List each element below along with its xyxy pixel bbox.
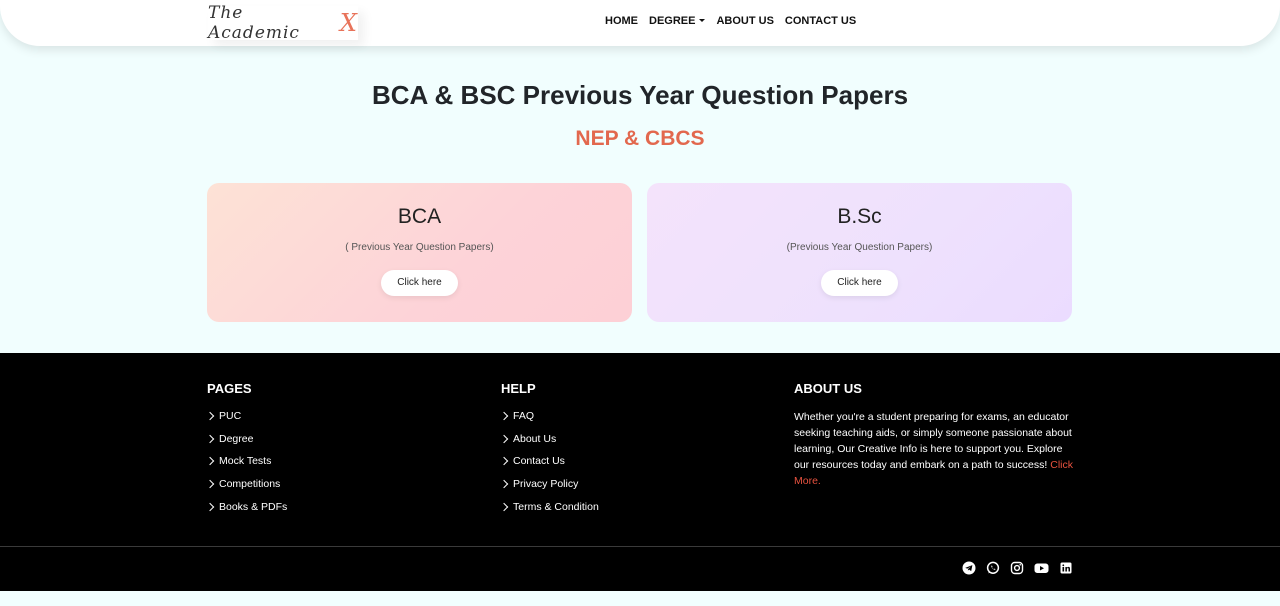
chevron-right-icon: [499, 502, 509, 511]
bsc-card-title: B.Sc: [837, 205, 882, 228]
chevron-right-icon: [205, 457, 215, 466]
chevron-right-icon: [205, 502, 215, 511]
footer-link-about-us[interactable]: About Us: [499, 432, 599, 456]
bca-card-description: ( Previous Year Question Papers): [345, 242, 494, 253]
chevron-right-icon: [205, 411, 215, 421]
nav-degree-label: DEGREE: [649, 15, 696, 27]
footer-link-degree[interactable]: Degree: [205, 432, 287, 456]
footer-link-terms[interactable]: Terms & Condition: [499, 500, 599, 524]
footer-link-label: Contact Us: [513, 455, 565, 468]
chevron-right-icon: [205, 479, 215, 489]
footer-link-label: Privacy Policy: [513, 478, 579, 491]
footer-link-label: FAQ: [513, 410, 535, 422]
chevron-right-icon: [499, 457, 509, 466]
nav-degree-dropdown[interactable]: DEGREE: [649, 15, 706, 27]
nav-home[interactable]: HOME: [605, 15, 638, 27]
footer-link-faq[interactable]: FAQ: [499, 410, 599, 433]
bca-click-here-button[interactable]: Click here: [381, 270, 458, 296]
bsc-card: B.Sc (Previous Year Question Papers) Cli…: [647, 183, 1072, 322]
footer-pages-column: PAGES PUC Degree Mock Tests Competitions…: [205, 381, 288, 524]
footer-link-label: Mock Tests: [219, 455, 272, 468]
nav-about-us[interactable]: ABOUT US: [716, 15, 773, 27]
footer-divider: [0, 546, 1280, 547]
footer-link-label: PUC: [219, 410, 242, 422]
brand-logo[interactable]: The Academic X: [208, 3, 358, 43]
bca-card: BCA ( Previous Year Question Papers) Cli…: [207, 183, 632, 322]
page-title: BCA & BSC Previous Year Question Papers: [371, 80, 909, 110]
footer-about-heading: ABOUT US: [794, 381, 862, 396]
bca-card-title: BCA: [397, 205, 442, 228]
nav-links: HOME DEGREE ABOUT US CONTACT US: [605, 15, 856, 27]
youtube-icon[interactable]: [1034, 561, 1049, 575]
footer-link-label: Terms & Condition: [513, 500, 599, 513]
brand-text: The Academic: [208, 3, 300, 43]
nav-contact-us[interactable]: CONTACT US: [785, 15, 856, 27]
instagram-icon[interactable]: [1010, 561, 1024, 575]
footer-about-body: Whether you're a student preparing for e…: [794, 411, 1072, 471]
whatsapp-icon[interactable]: [986, 561, 1000, 575]
footer-help-heading: HELP: [501, 381, 536, 396]
footer-link-label: Degree: [219, 432, 254, 445]
linkedin-icon[interactable]: [1059, 561, 1073, 575]
footer-help-column: HELP FAQ About Us Contact Us Privacy Pol…: [499, 381, 599, 524]
chevron-right-icon: [499, 411, 509, 421]
footer-link-contact-us[interactable]: Contact Us: [499, 455, 599, 478]
caret-down-icon: [699, 19, 706, 22]
bsc-click-here-button[interactable]: Click here: [821, 270, 898, 296]
chevron-right-icon: [205, 434, 215, 443]
navbar: The Academic X HOME DEGREE ABOUT US CONT…: [0, 0, 1280, 46]
footer-link-books-pdfs[interactable]: Books & PDFs: [205, 500, 288, 524]
chevron-right-icon: [499, 434, 509, 443]
footer-link-competitions[interactable]: Competitions: [205, 478, 287, 501]
brand-x: X: [339, 9, 358, 37]
footer-pages-heading: PAGES: [207, 381, 252, 396]
footer-link-mock-tests[interactable]: Mock Tests: [205, 455, 287, 478]
chevron-right-icon: [499, 479, 509, 489]
footer-link-label: About Us: [513, 432, 557, 445]
telegram-icon[interactable]: [962, 561, 976, 575]
footer-link-label: Books & PDFs: [219, 500, 288, 513]
footer-link-privacy-policy[interactable]: Privacy Policy: [499, 478, 599, 501]
footer-about-text: Whether you're a student preparing for e…: [794, 409, 1074, 489]
footer-link-label: Competitions: [219, 478, 281, 491]
footer-link-puc[interactable]: PUC: [205, 410, 287, 433]
social-links: [962, 561, 1073, 575]
footer-about-column: ABOUT US Whether you're a student prepar…: [794, 381, 1074, 489]
footer: PAGES PUC Degree Mock Tests Competitions…: [0, 353, 1280, 591]
page-subtitle: NEP & CBCS: [575, 127, 705, 150]
bsc-card-description: (Previous Year Question Papers): [786, 242, 933, 253]
